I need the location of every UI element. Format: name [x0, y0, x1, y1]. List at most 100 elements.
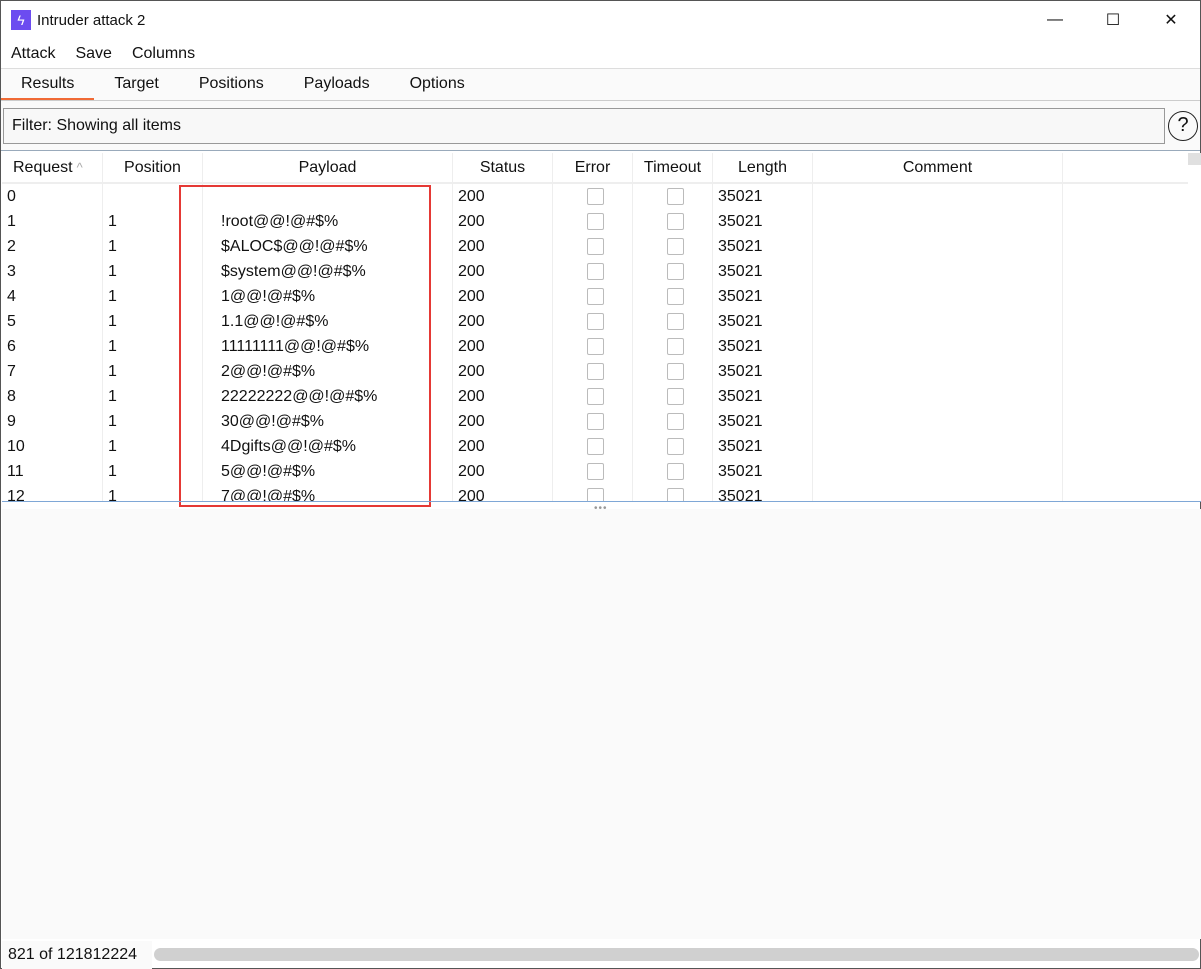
error-checkbox[interactable]	[586, 388, 604, 405]
error-checkbox[interactable]	[586, 488, 604, 501]
cell-error	[553, 334, 633, 359]
error-checkbox[interactable]	[586, 263, 604, 280]
filter-bar[interactable]: Filter: Showing all items	[3, 107, 1165, 144]
cell-empty	[1063, 334, 1188, 359]
scrollbar-thumb[interactable]	[1188, 153, 1201, 165]
cell-timeout	[633, 234, 713, 259]
cell-comment	[813, 334, 1063, 359]
vertical-scrollbar[interactable]	[1188, 153, 1201, 501]
menu-save[interactable]: Save	[75, 45, 111, 63]
error-checkbox[interactable]	[586, 338, 604, 355]
table-row[interactable]: 11 1 5@@!@#$% 200 35021	[2, 459, 1188, 484]
cell-payload: 22222222@@!@#$%	[203, 384, 453, 409]
pane-divider[interactable]	[2, 501, 1201, 502]
tab-payloads[interactable]: Payloads	[284, 69, 390, 100]
cell-position: 1	[103, 484, 203, 501]
table-row[interactable]: 8 1 22222222@@!@#$% 200 35021	[2, 384, 1188, 409]
cell-status: 200	[453, 459, 553, 484]
table-row[interactable]: 0 200 35021	[2, 184, 1188, 209]
cell-request: 12	[2, 484, 103, 501]
column-header-request[interactable]: Request ^	[2, 153, 103, 182]
table-row[interactable]: 12 1 7@@!@#$% 200 35021	[2, 484, 1188, 501]
cell-payload: 11111111@@!@#$%	[203, 334, 453, 359]
burp-lightning-icon: ϟ	[11, 10, 31, 30]
cell-error	[553, 309, 633, 334]
cell-timeout	[633, 384, 713, 409]
timeout-checkbox[interactable]	[666, 488, 684, 501]
detail-pane	[2, 509, 1201, 939]
minimize-button[interactable]: —	[1026, 1, 1084, 39]
timeout-checkbox[interactable]	[666, 438, 684, 455]
cell-status: 200	[453, 359, 553, 384]
tab-positions[interactable]: Positions	[179, 69, 284, 100]
column-header-status[interactable]: Status	[453, 153, 553, 182]
timeout-checkbox[interactable]	[666, 313, 684, 330]
cell-length: 35021	[713, 334, 813, 359]
cell-position: 1	[103, 209, 203, 234]
error-checkbox[interactable]	[586, 413, 604, 430]
column-header-length[interactable]: Length	[713, 153, 813, 182]
cell-length: 35021	[713, 259, 813, 284]
timeout-checkbox[interactable]	[666, 338, 684, 355]
cell-request: 11	[2, 459, 103, 484]
cell-request: 7	[2, 359, 103, 384]
cell-timeout	[633, 409, 713, 434]
table-row[interactable]: 4 1 1@@!@#$% 200 35021	[2, 284, 1188, 309]
cell-request: 8	[2, 384, 103, 409]
table-row[interactable]: 5 1 1.1@@!@#$% 200 35021	[2, 309, 1188, 334]
cell-empty	[1063, 309, 1188, 334]
column-header-error[interactable]: Error	[553, 153, 633, 182]
timeout-checkbox[interactable]	[666, 238, 684, 255]
cell-comment	[813, 484, 1063, 501]
column-header-position[interactable]: Position	[103, 153, 203, 182]
error-checkbox[interactable]	[586, 463, 604, 480]
cell-status: 200	[453, 184, 553, 209]
table-row[interactable]: 2 1 $ALOC$@@!@#$% 200 35021	[2, 234, 1188, 259]
error-checkbox[interactable]	[586, 363, 604, 380]
column-header-payload[interactable]: Payload	[203, 153, 453, 182]
progress-bar	[154, 948, 1199, 961]
table-row[interactable]: 1 1 !root@@!@#$% 200 35021	[2, 209, 1188, 234]
cell-error	[553, 184, 633, 209]
cell-comment	[813, 284, 1063, 309]
timeout-checkbox[interactable]	[666, 188, 684, 205]
timeout-checkbox[interactable]	[666, 388, 684, 405]
menu-columns[interactable]: Columns	[132, 45, 195, 63]
error-checkbox[interactable]	[586, 213, 604, 230]
close-button[interactable]: ✕	[1142, 1, 1200, 39]
cell-position: 1	[103, 259, 203, 284]
menu-attack[interactable]: Attack	[11, 45, 55, 63]
table-row[interactable]: 6 1 11111111@@!@#$% 200 35021	[2, 334, 1188, 359]
table-header: Request ^ Position Payload Status Error T…	[2, 153, 1188, 184]
error-checkbox[interactable]	[586, 238, 604, 255]
cell-error	[553, 484, 633, 501]
cell-error	[553, 359, 633, 384]
timeout-checkbox[interactable]	[666, 213, 684, 230]
error-checkbox[interactable]	[586, 438, 604, 455]
cell-comment	[813, 309, 1063, 334]
tab-target[interactable]: Target	[94, 69, 178, 100]
tab-options[interactable]: Options	[390, 69, 485, 100]
cell-payload: 7@@!@#$%	[203, 484, 453, 501]
timeout-checkbox[interactable]	[666, 263, 684, 280]
column-header-comment[interactable]: Comment	[813, 153, 1063, 182]
error-checkbox[interactable]	[586, 188, 604, 205]
maximize-button[interactable]: ☐	[1084, 1, 1142, 39]
timeout-checkbox[interactable]	[666, 463, 684, 480]
help-icon[interactable]: ?	[1168, 110, 1198, 141]
table-row[interactable]: 10 1 4Dgifts@@!@#$% 200 35021	[2, 434, 1188, 459]
error-checkbox[interactable]	[586, 288, 604, 305]
table-row[interactable]: 7 1 2@@!@#$% 200 35021	[2, 359, 1188, 384]
table-row[interactable]: 9 1 30@@!@#$% 200 35021	[2, 409, 1188, 434]
timeout-checkbox[interactable]	[666, 363, 684, 380]
timeout-checkbox[interactable]	[666, 413, 684, 430]
tab-results[interactable]: Results	[1, 69, 95, 100]
timeout-checkbox[interactable]	[666, 288, 684, 305]
column-header-timeout[interactable]: Timeout	[633, 153, 713, 182]
cell-status: 200	[453, 384, 553, 409]
error-checkbox[interactable]	[586, 313, 604, 330]
cell-request: 2	[2, 234, 103, 259]
cell-payload: $ALOC$@@!@#$%	[203, 234, 453, 259]
table-row[interactable]: 3 1 $system@@!@#$% 200 35021	[2, 259, 1188, 284]
cell-request: 5	[2, 309, 103, 334]
